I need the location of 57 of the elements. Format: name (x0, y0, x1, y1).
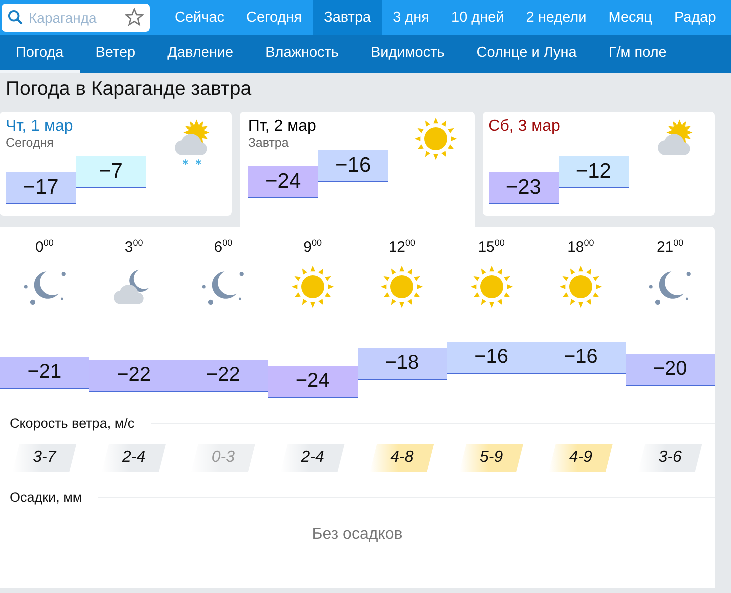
nav-tab[interactable]: Радар (663, 0, 728, 35)
sub-tab[interactable]: Влажность (250, 35, 355, 73)
sub-tab[interactable]: Г/м поле (592, 35, 683, 73)
hour-temperature: −21 (0, 357, 90, 389)
hour-time: 0$^{00}$ (36, 238, 54, 256)
hour-temperature: −22 (178, 360, 268, 392)
day-note: Сегодня (6, 136, 55, 150)
nav-tab[interactable]: Сейчас (164, 0, 236, 35)
day-card[interactable]: Пт, 2 мар Завтра −24 −16 (240, 112, 475, 227)
nav-tab[interactable]: 3 дня (382, 0, 440, 35)
sub-tab[interactable]: Погода (0, 35, 80, 73)
section-label: Скорость ветра, м/с (10, 416, 135, 430)
sun-icon (412, 116, 459, 162)
hour-temperature: −20 (626, 354, 715, 386)
sub-tab[interactable]: Видимость (354, 35, 461, 73)
nav-tab[interactable]: Сегодня (236, 0, 314, 35)
day-card[interactable]: Сб, 3 мар −23 −12 (482, 112, 715, 216)
sub-tab[interactable]: Солнце и Луна (460, 35, 593, 73)
search-field[interactable]: Караганда (2, 4, 150, 32)
hour-temperature: −18 (358, 348, 447, 380)
day-card[interactable]: Чт, 1 мар Сегодня −17 −7 (0, 112, 232, 216)
star-icon[interactable] (125, 8, 144, 27)
hour-temperature: −24 (268, 366, 358, 398)
max-temperature: −16 (318, 150, 388, 182)
hour-time: 15$^{00}$ (478, 238, 505, 256)
search-icon (8, 10, 23, 25)
hour-time: 12$^{00}$ (388, 238, 416, 256)
hour-time: 18$^{00}$ (568, 238, 594, 256)
hour-time: 3$^{00}$ (124, 238, 144, 256)
nav-tab[interactable]: Месяц (598, 0, 664, 35)
nav-tab[interactable]: 10 дней (440, 0, 516, 35)
search-input[interactable]: Караганда (29, 10, 119, 26)
day-note: Завтра (248, 136, 290, 150)
precipitation-text: Без осадков (312, 526, 403, 544)
section-label: Осадки, мм (10, 490, 82, 504)
hour-temperature: −16 (536, 342, 626, 374)
wind-speed: 4-9 (548, 444, 613, 472)
max-temperature: −12 (558, 156, 629, 188)
sub-tab[interactable]: Ветер (80, 35, 152, 73)
hour-temperature: −22 (89, 360, 179, 392)
sub-tab[interactable]: Давление (152, 35, 250, 73)
day-name: Чт, 1 мар (6, 118, 74, 136)
day-name: Сб, 3 мар (488, 118, 560, 136)
min-temperature: −24 (248, 166, 318, 198)
hour-time: 9$^{00}$ (304, 238, 322, 256)
hour-time: 6$^{00}$ (214, 238, 233, 256)
wind-speed: 4-8 (370, 444, 434, 472)
day-name: Пт, 2 мар (248, 118, 316, 136)
nav-tab[interactable]: 2 недели (515, 0, 598, 35)
min-temperature: −17 (6, 172, 76, 204)
min-temperature: −23 (488, 172, 559, 204)
nav-tab[interactable]: Завтра (313, 0, 382, 35)
page-title: Погода в Караганде завтра (5, 77, 253, 102)
hour-time: 21$^{00}$ (656, 238, 684, 256)
hour-temperature: −16 (446, 342, 536, 374)
max-temperature: −7 (76, 156, 146, 188)
wind-speed: 5-9 (460, 444, 524, 472)
